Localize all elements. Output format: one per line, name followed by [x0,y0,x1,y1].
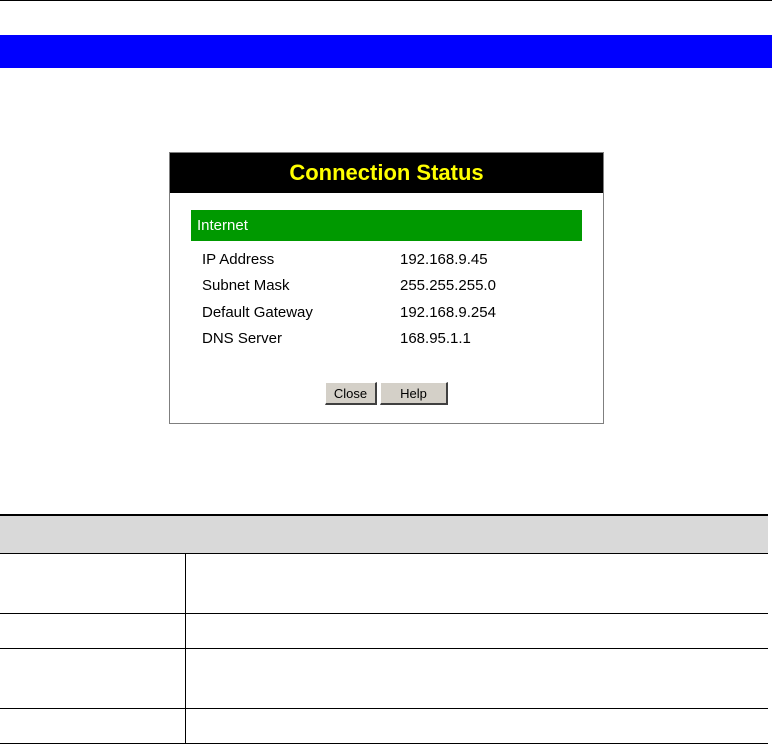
section-label: Internet [197,217,248,234]
description-row-text [185,708,768,744]
section-header-internet: Internet [191,210,582,241]
info-label: Subnet Mask [202,277,290,294]
description-row-text [185,613,768,649]
connection-status-dialog: Connection Status Internet IP Address 19… [169,152,604,424]
description-row-field [0,648,186,709]
info-value: 192.168.9.45 [400,251,488,268]
info-row-default-gateway: Default Gateway 192.168.9.254 [202,302,582,324]
dialog-title: Connection Status [289,160,484,185]
info-label: DNS Server [202,330,283,347]
info-value: 255.255.255.0 [400,277,496,294]
info-row-dns-server: DNS Server 168.95.1.1 [202,328,582,350]
description-row-field [0,708,186,744]
help-button[interactable]: Help [380,382,448,405]
info-label: IP Address [202,251,275,268]
info-value: 192.168.9.254 [400,304,496,321]
top-rule [0,0,772,1]
description-row [0,553,768,614]
description-row-text [185,553,768,614]
description-row [0,613,768,649]
info-row-ip-address: IP Address 192.168.9.45 [202,249,582,271]
description-table-header [0,514,768,554]
description-row-field [0,613,186,649]
info-label: Default Gateway [202,304,313,321]
info-value: 168.95.1.1 [400,330,471,347]
header-bar [0,35,772,68]
description-row [0,708,768,744]
close-button[interactable]: Close [325,382,377,405]
dialog-titlebar: Connection Status [170,153,603,193]
description-row [0,648,768,709]
description-row-text [185,648,768,709]
description-row-field [0,553,186,614]
info-row-subnet-mask: Subnet Mask 255.255.255.0 [202,275,582,297]
description-table [0,514,768,744]
